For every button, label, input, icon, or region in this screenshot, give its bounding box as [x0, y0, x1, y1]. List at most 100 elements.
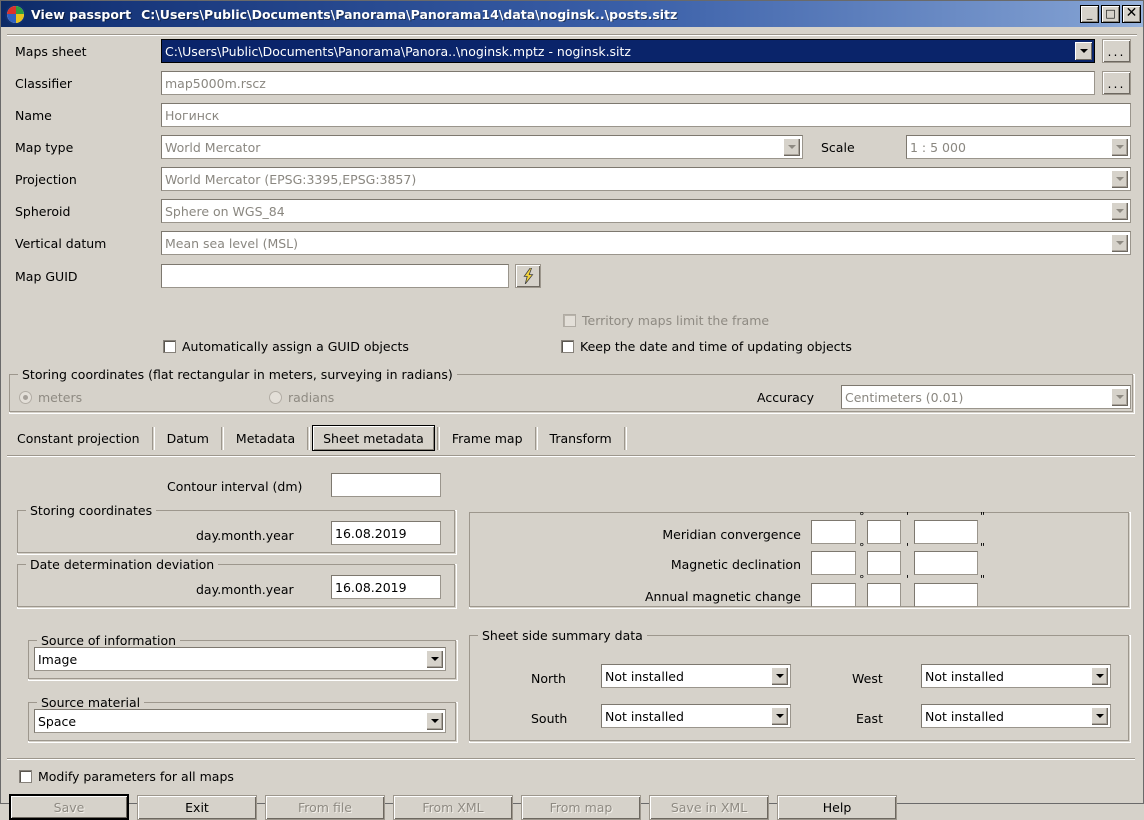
- tab-constant-projection[interactable]: Constant projection: [7, 425, 150, 451]
- storing-date-input[interactable]: 16.08.2019: [331, 521, 441, 545]
- maps-sheet-browse-button[interactable]: ...: [1102, 39, 1131, 63]
- maps-sheet-value: C:\Users\Public\Documents\Panorama\Panor…: [165, 43, 631, 59]
- view-passport-window: View passport C:\Users\Public\Documents\P…: [0, 0, 1144, 820]
- radio-radians[interactable]: radians: [269, 390, 334, 405]
- from-map-button[interactable]: From map: [521, 795, 641, 820]
- source-material-combo[interactable]: Space: [34, 709, 446, 733]
- magnetic-declination-minutes[interactable]: [867, 551, 901, 575]
- maximize-button[interactable]: □: [1101, 5, 1120, 23]
- save-button[interactable]: Save: [9, 794, 129, 820]
- tab-datum[interactable]: Datum: [157, 425, 219, 451]
- south-combo[interactable]: Not installed: [601, 704, 791, 728]
- scale-label: Scale: [821, 140, 855, 155]
- deviation-date-input[interactable]: 16.08.2019: [331, 575, 441, 599]
- chevron-down-icon[interactable]: [1111, 388, 1128, 406]
- exit-button[interactable]: Exit: [137, 795, 257, 820]
- help-button[interactable]: Help: [777, 795, 897, 820]
- modify-all-maps-label: Modify parameters for all maps: [38, 769, 234, 784]
- window-buttons: _ □ ✕: [1080, 5, 1141, 23]
- tab-frame-map[interactable]: Frame map: [442, 425, 533, 451]
- spheroid-combo[interactable]: Sphere on WGS_84: [161, 199, 1131, 223]
- magnetic-declination-seconds[interactable]: [914, 551, 978, 575]
- chevron-down-icon[interactable]: [771, 707, 788, 725]
- spheroid-value: Sphere on WGS_84: [165, 203, 285, 219]
- radio-button[interactable]: [19, 391, 32, 404]
- east-combo[interactable]: Not installed: [921, 704, 1111, 728]
- contour-interval-input[interactable]: [331, 473, 441, 497]
- chevron-down-icon[interactable]: [1111, 202, 1128, 220]
- chevron-down-icon[interactable]: [783, 138, 800, 156]
- from-xml-button[interactable]: From XML: [393, 795, 513, 820]
- south-value: Not installed: [605, 708, 684, 724]
- chevron-down-icon[interactable]: [1111, 170, 1128, 188]
- source-of-information-value: Image: [38, 651, 78, 667]
- west-value: Not installed: [925, 668, 1004, 684]
- meridian-convergence-minutes[interactable]: [867, 520, 901, 544]
- keep-datetime-checkbox[interactable]: Keep the date and time of updating objec…: [561, 339, 852, 354]
- map-type-value: World Mercator: [165, 139, 261, 155]
- name-label: Name: [15, 108, 52, 123]
- meridian-convergence-seconds[interactable]: [914, 520, 978, 544]
- close-button[interactable]: ✕: [1122, 5, 1141, 23]
- meridian-convergence-degrees[interactable]: [811, 520, 856, 544]
- chevron-down-icon[interactable]: [1091, 667, 1108, 685]
- classifier-browse-button[interactable]: ...: [1102, 71, 1131, 95]
- tab-sheet-metadata[interactable]: Sheet metadata: [312, 425, 435, 451]
- annual-magnetic-change-degrees[interactable]: [811, 583, 856, 607]
- accuracy-combo[interactable]: Centimeters (0.01): [841, 385, 1131, 409]
- chevron-down-icon[interactable]: [426, 650, 443, 668]
- chevron-down-icon[interactable]: [1111, 234, 1128, 252]
- chevron-down-icon[interactable]: [1091, 707, 1108, 725]
- source-of-information-combo[interactable]: Image: [34, 647, 446, 671]
- west-label: West: [852, 671, 883, 686]
- vertical-datum-value: Mean sea level (MSL): [165, 235, 299, 251]
- checkbox-box[interactable]: [163, 340, 176, 353]
- radio-radians-label: radians: [288, 390, 335, 405]
- tab-separator: [623, 427, 627, 450]
- maps-sheet-combo[interactable]: C:\Users\Public\Documents\Panorama\Panor…: [161, 39, 1095, 63]
- classifier-field[interactable]: map5000m.rscz: [161, 71, 1095, 95]
- projection-combo[interactable]: World Mercator (EPSG:3395,EPSG:3857): [161, 167, 1131, 191]
- meridian-convergence-label: Meridian convergence: [662, 527, 801, 542]
- vertical-datum-combo[interactable]: Mean sea level (MSL): [161, 231, 1131, 255]
- map-type-combo[interactable]: World Mercator: [161, 135, 803, 159]
- west-combo[interactable]: Not installed: [921, 664, 1111, 688]
- generate-guid-button[interactable]: [515, 264, 541, 288]
- map-type-label: Map type: [15, 140, 74, 155]
- chevron-down-icon[interactable]: [771, 667, 788, 685]
- date-deviation-title: Date determination deviation: [26, 557, 219, 572]
- radio-meters[interactable]: meters: [19, 390, 82, 405]
- second-symbol: ": [980, 573, 986, 586]
- annual-magnetic-change-minutes[interactable]: [867, 583, 901, 607]
- checkbox-box[interactable]: [561, 340, 574, 353]
- degree-symbol: °: [859, 541, 865, 554]
- minimize-button[interactable]: _: [1080, 5, 1099, 23]
- tab-label: Constant projection: [17, 430, 140, 446]
- footer-divider: [7, 758, 1135, 760]
- annual-magnetic-change-seconds[interactable]: [914, 583, 978, 607]
- radio-meters-label: meters: [38, 390, 83, 405]
- tab-transform[interactable]: Transform: [540, 425, 622, 451]
- checkbox-box[interactable]: [19, 770, 32, 783]
- chevron-down-icon[interactable]: [1075, 42, 1092, 60]
- tab-metadata[interactable]: Metadata: [226, 425, 305, 451]
- magnetic-declination-degrees[interactable]: [811, 551, 856, 575]
- territory-limit-checkbox: Territory maps limit the frame: [563, 313, 769, 328]
- checkbox-box: [563, 314, 576, 327]
- east-label: East: [856, 711, 883, 726]
- scale-combo[interactable]: 1 : 5 000: [906, 135, 1131, 159]
- from-file-button[interactable]: From file: [265, 795, 385, 820]
- modify-all-maps-checkbox[interactable]: Modify parameters for all maps: [19, 769, 234, 784]
- save-in-xml-button[interactable]: Save in XML: [649, 795, 769, 820]
- radio-button[interactable]: [269, 391, 282, 404]
- east-value: Not installed: [925, 708, 1004, 724]
- north-combo[interactable]: Not installed: [601, 664, 791, 688]
- chevron-down-icon[interactable]: [1111, 138, 1128, 156]
- auto-guid-checkbox[interactable]: Automatically assign a GUID objects: [163, 339, 409, 354]
- map-guid-field[interactable]: [161, 264, 509, 288]
- panorama-globe-icon: [5, 3, 26, 25]
- chevron-down-icon[interactable]: [426, 712, 443, 730]
- name-field[interactable]: Ногинск: [161, 103, 1131, 127]
- north-value: Not installed: [605, 668, 684, 684]
- tab-bar: Constant projection Datum Metadata Sheet…: [7, 425, 629, 452]
